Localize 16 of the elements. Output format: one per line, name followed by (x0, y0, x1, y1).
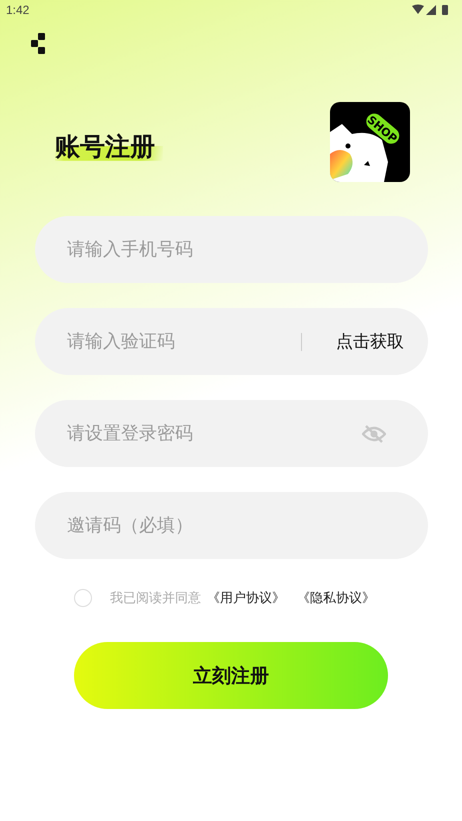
agree-checkbox[interactable] (74, 589, 92, 607)
agreement-link[interactable]: 《隐私协议》 (297, 589, 375, 607)
agreement-link[interactable]: 《用户协议》 (207, 589, 285, 607)
input-field[interactable]: 请设置登录密码 (35, 400, 428, 467)
status-time: 1:42 (6, 3, 30, 17)
get-code-button[interactable]: 点击获取 (336, 330, 404, 353)
input-field[interactable]: 请输入手机号码 (35, 216, 428, 283)
text-input[interactable]: 请输入验证码 (67, 308, 301, 375)
eye-off-icon[interactable] (362, 424, 386, 444)
text-input[interactable]: 邀请码（必填） (67, 492, 396, 559)
register-button[interactable]: 立刻注册 (74, 642, 388, 709)
input-field[interactable]: 请输入验证码 点击获取 (35, 308, 428, 375)
agreement-text: 我已阅读并同意 (110, 590, 201, 607)
text-input[interactable]: 请设置登录密码 (67, 400, 362, 467)
input-field[interactable]: 邀请码（必填） (35, 492, 428, 559)
text-input[interactable]: 请输入手机号码 (67, 216, 396, 283)
